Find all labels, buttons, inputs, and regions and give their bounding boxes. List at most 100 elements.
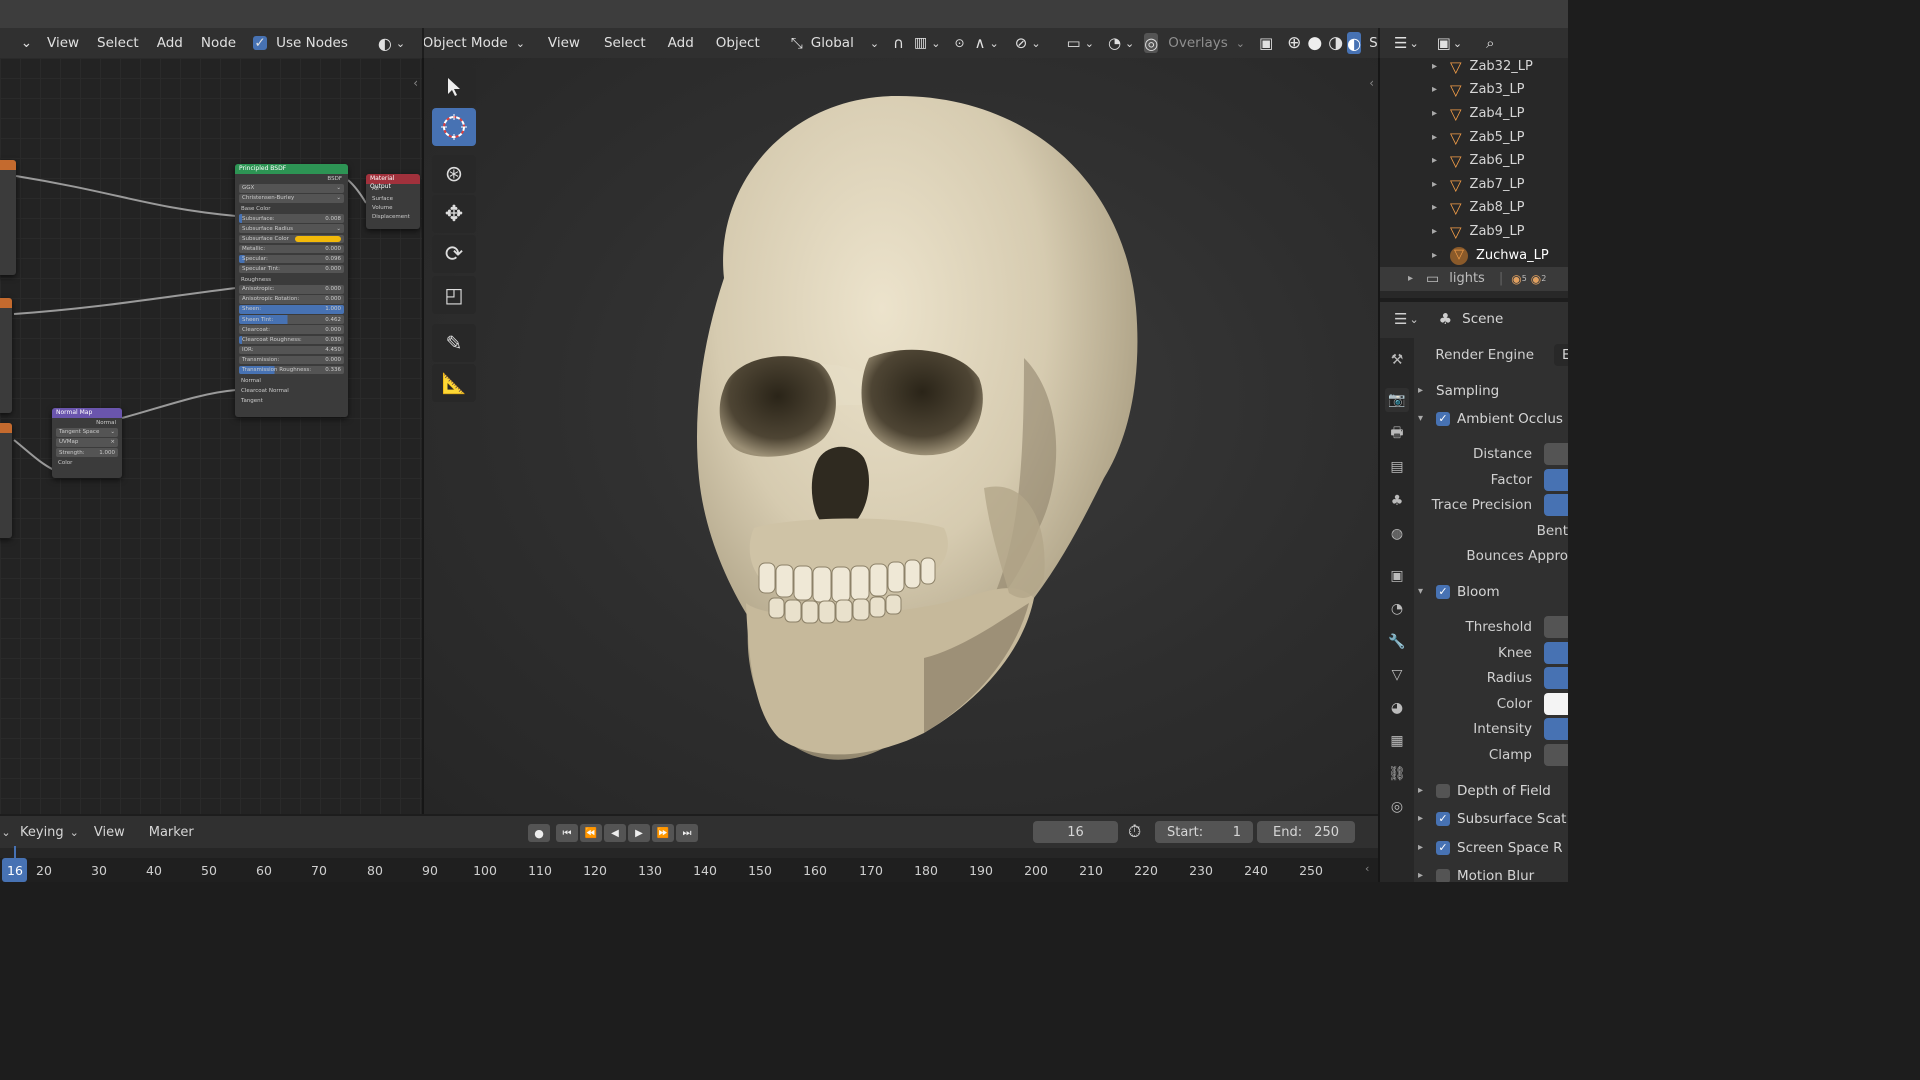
modifier-tab-icon[interactable]: 🔧 (1385, 630, 1409, 654)
view-layer-tab-icon[interactable]: ▤ (1385, 455, 1409, 479)
panel-screen-space-reflections[interactable]: ▸ ✓ Screen Space R (1414, 835, 1568, 860)
viewport-menu-view[interactable]: View (539, 35, 589, 51)
play-button[interactable]: ▶ (628, 824, 650, 842)
scene-tab-icon[interactable]: ♣ (1385, 489, 1409, 513)
jump-end-button[interactable]: ⏭ (676, 824, 698, 842)
filter-icon[interactable]: ▣ (1437, 34, 1451, 52)
chevron-down-icon[interactable]: ⌄ (396, 37, 405, 50)
timeline-menu-marker[interactable]: Marker (140, 825, 203, 840)
texture-tab-icon[interactable]: ▦ (1385, 729, 1409, 753)
timeline-ruler[interactable]: 16 20 30 40 50 60 70 80 90 100 110 120 1… (0, 846, 1378, 882)
outliner-item[interactable]: ▸ ▽ Zab8_LP (1380, 196, 1568, 220)
subsurface-color-swatch[interactable] (295, 235, 341, 242)
chevron-down-icon[interactable]: ⌄ (931, 37, 940, 50)
constraint-tab-icon[interactable]: ⛓ (1385, 762, 1409, 786)
end-frame-field[interactable]: End: 250 (1257, 821, 1355, 843)
texture-node-partial[interactable] (0, 298, 12, 413)
subsurface-method-select[interactable]: Christensen-Burley (242, 195, 294, 201)
link-icon[interactable]: ⊘ (1015, 34, 1028, 52)
outliner-item[interactable]: ▸ ▽ Zab3_LP (1380, 78, 1568, 102)
outliner-item-active[interactable]: ▸ ▽ Zuchwa_LP (1380, 244, 1568, 268)
stopwatch-icon[interactable]: ⏱ (1128, 822, 1141, 842)
texture-node-partial[interactable] (0, 423, 12, 538)
play-reverse-button[interactable]: ◀ (604, 824, 626, 842)
particles-tab-icon[interactable]: ◎ (1385, 795, 1409, 819)
tool-tab-icon[interactable]: ⚒ (1385, 348, 1409, 372)
outliner-collection[interactable]: ▸ ▭ lights | ◉ 5 ◉ 2 (1380, 267, 1568, 291)
bloom-color-swatch[interactable] (1544, 692, 1568, 715)
object-tab-icon[interactable]: ▣ (1385, 564, 1409, 588)
chevron-down-icon[interactable]: ⌄ (1125, 37, 1134, 50)
uvmap-select[interactable]: UVMap (59, 439, 78, 445)
shading-sphere-icon[interactable]: ◐ (378, 34, 392, 53)
shading-label-partial[interactable]: Sl (1369, 35, 1378, 51)
world-tab-icon[interactable]: ◍ (1385, 522, 1409, 546)
display-mode-icon[interactable]: ☰ (1394, 34, 1407, 52)
outliner-item[interactable]: ▸ ▽ Zab7_LP (1380, 173, 1568, 197)
record-button[interactable]: ● (528, 824, 550, 842)
gizmo-icon[interactable]: ◔ (1108, 34, 1121, 52)
next-keyframe-button[interactable]: ⏩ (652, 824, 674, 842)
solid-shading-icon[interactable]: ● (1307, 33, 1322, 53)
chevron-down-icon[interactable]: ⌄ (1453, 37, 1462, 50)
chevron-down-icon[interactable]: ⌄ (870, 37, 879, 50)
panel-bloom[interactable]: ▾ ✓ Bloom (1414, 579, 1568, 604)
bloom-radius-field[interactable] (1544, 666, 1568, 689)
proportional-edit-icon[interactable]: ⊙ (954, 36, 964, 50)
material-output-node[interactable]: Material Output All Surface Volume Displ… (366, 174, 420, 229)
ao-checkbox[interactable]: ✓ (1436, 411, 1450, 426)
panel-motion-blur[interactable]: ▸ Motion Blur (1414, 863, 1568, 882)
overlays-toggle-icon[interactable]: ◎ (1144, 33, 1159, 53)
bloom-threshold-field[interactable] (1544, 615, 1568, 638)
outliner-item[interactable]: ▸ ▽ Zab5_LP (1380, 126, 1568, 150)
panel-depth-of-field[interactable]: ▸ Depth of Field (1414, 778, 1568, 803)
orientation-select[interactable]: Global (811, 35, 854, 51)
timeline-menu-view[interactable]: View (85, 825, 134, 840)
render-engine-row[interactable]: Render Engine E (1414, 342, 1568, 367)
collapse-arrow-icon[interactable]: ‹ (413, 76, 418, 90)
bloom-intensity-field[interactable] (1544, 717, 1568, 740)
panel-sampling[interactable]: ▸ Sampling (1414, 378, 1568, 403)
viewport-menu-add[interactable]: Add (659, 35, 703, 51)
transform-orientation-icon[interactable]: ⤡ (791, 34, 803, 52)
texture-node-partial[interactable] (0, 160, 16, 275)
output-tab-icon[interactable]: 🖶 (1385, 422, 1409, 446)
bloom-clamp-field[interactable] (1544, 743, 1568, 766)
falloff-curve-icon[interactable]: ∧ (975, 34, 986, 52)
prev-keyframe-button[interactable]: ⏪ (580, 824, 602, 842)
node-menu-view[interactable]: View (38, 35, 88, 51)
bloom-checkbox[interactable]: ✓ (1436, 584, 1450, 599)
panel-ambient-occlusion[interactable]: ▾ ✓ Ambient Occlus (1414, 406, 1568, 431)
skull-model[interactable] (424, 58, 1378, 814)
node-menu-add[interactable]: Add (148, 35, 192, 51)
chevron-down-icon[interactable]: ⌄ (516, 37, 525, 50)
node-editor-canvas[interactable]: Principled BSDF BSDF GGX ⌄ Christensen-Bu… (0, 58, 422, 814)
sidebar-toggle-icon[interactable]: ‹ (1369, 76, 1374, 90)
panel-subsurface-scattering[interactable]: ▸ ✓ Subsurface Scat (1414, 806, 1568, 831)
chevron-down-icon[interactable]: ⌄ (990, 37, 999, 50)
outliner-item[interactable]: ▸ ▽ Zab4_LP (1380, 102, 1568, 126)
material-shading-icon[interactable]: ◑ (1328, 33, 1343, 53)
wireframe-shading-icon[interactable]: ⊕ (1287, 33, 1301, 53)
start-frame-field[interactable]: Start: 1 (1155, 821, 1253, 843)
outliner-item[interactable]: ▸ ▽ Zab6_LP (1380, 149, 1568, 173)
editor-type-icon[interactable]: ☰ (1394, 310, 1407, 328)
chevron-down-icon[interactable]: ⌄ (70, 826, 79, 839)
space-select[interactable]: Tangent Space (59, 429, 99, 435)
mesh-data-tab-icon[interactable]: ▽ (1385, 663, 1409, 687)
material-tab-icon[interactable]: ◕ (1385, 696, 1409, 720)
outliner-item[interactable]: ▸ ▽ Zab9_LP (1380, 220, 1568, 244)
snap-target-icon[interactable]: ▥ (914, 35, 927, 51)
current-frame-field[interactable]: 16 (1033, 821, 1118, 843)
search-icon[interactable]: ⌕ (1486, 34, 1494, 52)
rendered-shading-icon[interactable]: ◐ (1347, 32, 1362, 54)
target-select[interactable]: All (372, 184, 379, 194)
render-engine-select[interactable]: E (1554, 343, 1568, 366)
ao-trace-precision-field[interactable] (1544, 493, 1568, 516)
ao-distance-field[interactable] (1544, 442, 1568, 465)
chevron-down-icon[interactable]: ⌄ (0, 826, 12, 839)
physics-tab-icon[interactable]: ◔ (1385, 597, 1409, 621)
use-nodes-checkbox[interactable]: ✓ (253, 36, 268, 50)
viewport-menu-object[interactable]: Object (707, 35, 769, 51)
outliner-item[interactable]: ▸ ▽ Zab32_LP (1380, 58, 1568, 79)
